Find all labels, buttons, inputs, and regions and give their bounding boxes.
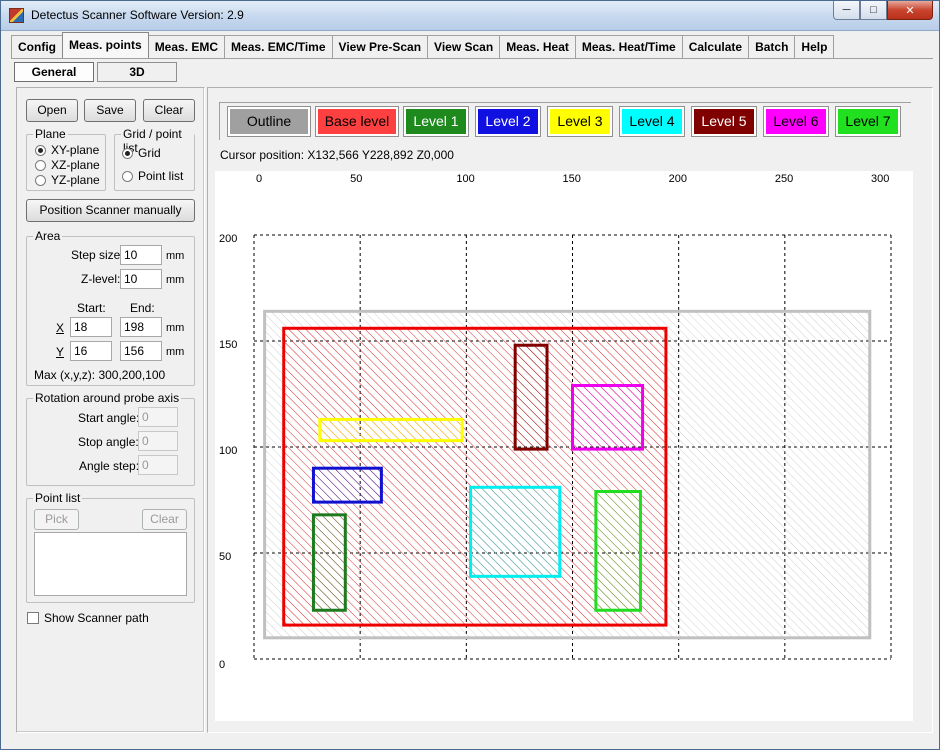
region-level-4[interactable] [469,485,562,578]
app-window: Detectus Scanner Software Version: 2.9 ─… [0,0,940,750]
level-button-level-5[interactable]: Level 5 [691,106,757,137]
pick-button[interactable]: Pick [34,509,79,530]
level-button-level-2[interactable]: Level 2 [475,106,541,137]
step-size-unit: mm [166,250,185,262]
max-xyz-text: Max (x,y,z): 300,200,100 [34,368,166,382]
point-list-group-label: Point list [33,491,83,505]
z-level-input[interactable] [120,269,162,289]
minimize-icon: ─ [842,4,851,16]
tab-help[interactable]: Help [794,35,835,58]
cursor-position-readout: Cursor position: X132,566 Y228,892 Z0,00… [220,148,454,162]
y-label: Y [56,345,65,359]
level-button-level-6[interactable]: Level 6 [763,106,829,137]
radio-indicator [35,159,46,171]
radio-indicator [122,147,133,159]
tab-view-scan[interactable]: View Scan [427,35,501,58]
radio-xy-plane[interactable]: XY-plane [35,143,99,157]
region-level-5[interactable] [513,343,549,451]
y-unit: mm [166,346,185,358]
angle-step-label: Angle step: [79,459,140,473]
radio-indicator [35,174,46,186]
tab-divider [11,58,933,59]
start-angle-label: Start angle: [78,411,140,425]
region-level-1[interactable] [311,513,347,612]
subtab-3d[interactable]: 3D [97,62,177,82]
angle-step-input[interactable] [138,455,178,475]
x-unit: mm [166,322,185,334]
title-bar[interactable]: Detectus Scanner Software Version: 2.9 ─… [1,1,939,31]
subtab-general[interactable]: General [14,62,94,82]
radio-label: Point list [138,169,184,183]
z-level-label: Z-level: [81,272,121,286]
step-size-input[interactable] [120,245,162,265]
radio-indicator [35,144,46,156]
radio-label: XZ-plane [51,158,100,172]
main-tab-bar: Config Meas. points Meas. EMC Meas. EMC/Tim… [11,32,835,58]
save-button[interactable]: Save [84,99,136,122]
show-scanner-path-checkbox[interactable] [27,612,39,624]
radio-label: YZ-plane [51,173,100,187]
area-group-label: Area [33,229,63,243]
y-end-input[interactable] [120,341,162,361]
x-end-input[interactable] [120,317,162,337]
level-button-level-3[interactable]: Level 3 [547,106,613,137]
show-scanner-path-label: Show Scanner path [44,611,149,625]
tab-batch[interactable]: Batch [748,35,796,58]
radio-indicator [122,170,133,182]
level-button-level-4[interactable]: Level 4 [619,106,685,137]
clear-button[interactable]: Clear [143,99,195,122]
radio-yz-plane[interactable]: YZ-plane [35,173,100,187]
tab-calculate[interactable]: Calculate [681,35,750,58]
position-scanner-button[interactable]: Position Scanner manually [26,199,195,222]
level-button-level-7[interactable]: Level 7 [835,106,901,137]
scan-area-plot[interactable] [215,171,913,721]
z-level-unit: mm [166,274,185,286]
tab-meas-emc[interactable]: Meas. EMC [147,35,226,58]
radio-label: Grid [138,146,161,160]
scan-area-canvas[interactable]: 0 50 100 150 200 250 300 200 150 100 50 0 [215,171,913,721]
region-level-6[interactable] [571,384,645,451]
stop-angle-label: Stop angle: [78,435,139,449]
level-button-base-level[interactable]: Base level [315,106,399,137]
maximize-icon: □ [870,4,877,16]
point-list-box[interactable] [34,532,187,596]
tab-meas-emc-time[interactable]: Meas. EMC/Time [224,35,333,58]
app-logo-icon [9,8,24,23]
open-button[interactable]: Open [26,99,78,122]
stop-angle-input[interactable] [138,431,178,451]
window-title: Detectus Scanner Software Version: 2.9 [31,8,244,22]
region-level-3[interactable] [318,417,464,443]
x-label: X [56,321,65,335]
rotation-group-label: Rotation around probe axis [33,391,182,405]
sub-tab-bar: General 3D [14,62,177,82]
radio-point-list[interactable]: Point list [122,169,183,183]
tab-meas-heat-time[interactable]: Meas. Heat/Time [574,35,683,58]
y-start-input[interactable] [70,341,112,361]
tab-meas-heat[interactable]: Meas. Heat [499,35,576,58]
region-level-2[interactable] [311,466,383,504]
radio-grid[interactable]: Grid [122,146,161,160]
maximize-button[interactable]: □ [860,1,887,20]
start-column-label: Start: [77,301,106,315]
tab-view-pre-scan[interactable]: View Pre-Scan [331,35,429,58]
minimize-button[interactable]: ─ [833,1,860,20]
close-icon: ✕ [905,4,915,17]
region-level-7[interactable] [594,490,642,612]
point-list-clear-button[interactable]: Clear [142,509,187,530]
radio-xz-plane[interactable]: XZ-plane [35,158,100,172]
step-size-label: Step size: [71,248,124,262]
level-button-outline[interactable]: Outline [227,106,311,137]
plane-group-label: Plane [33,127,68,141]
tab-meas-points[interactable]: Meas. points [62,32,149,58]
x-start-input[interactable] [70,317,112,337]
start-angle-input[interactable] [138,407,178,427]
level-button-level-1[interactable]: Level 1 [403,106,469,137]
radio-label: XY-plane [51,143,100,157]
close-button[interactable]: ✕ [887,1,933,20]
end-column-label: End: [130,301,155,315]
tab-config[interactable]: Config [11,35,63,58]
